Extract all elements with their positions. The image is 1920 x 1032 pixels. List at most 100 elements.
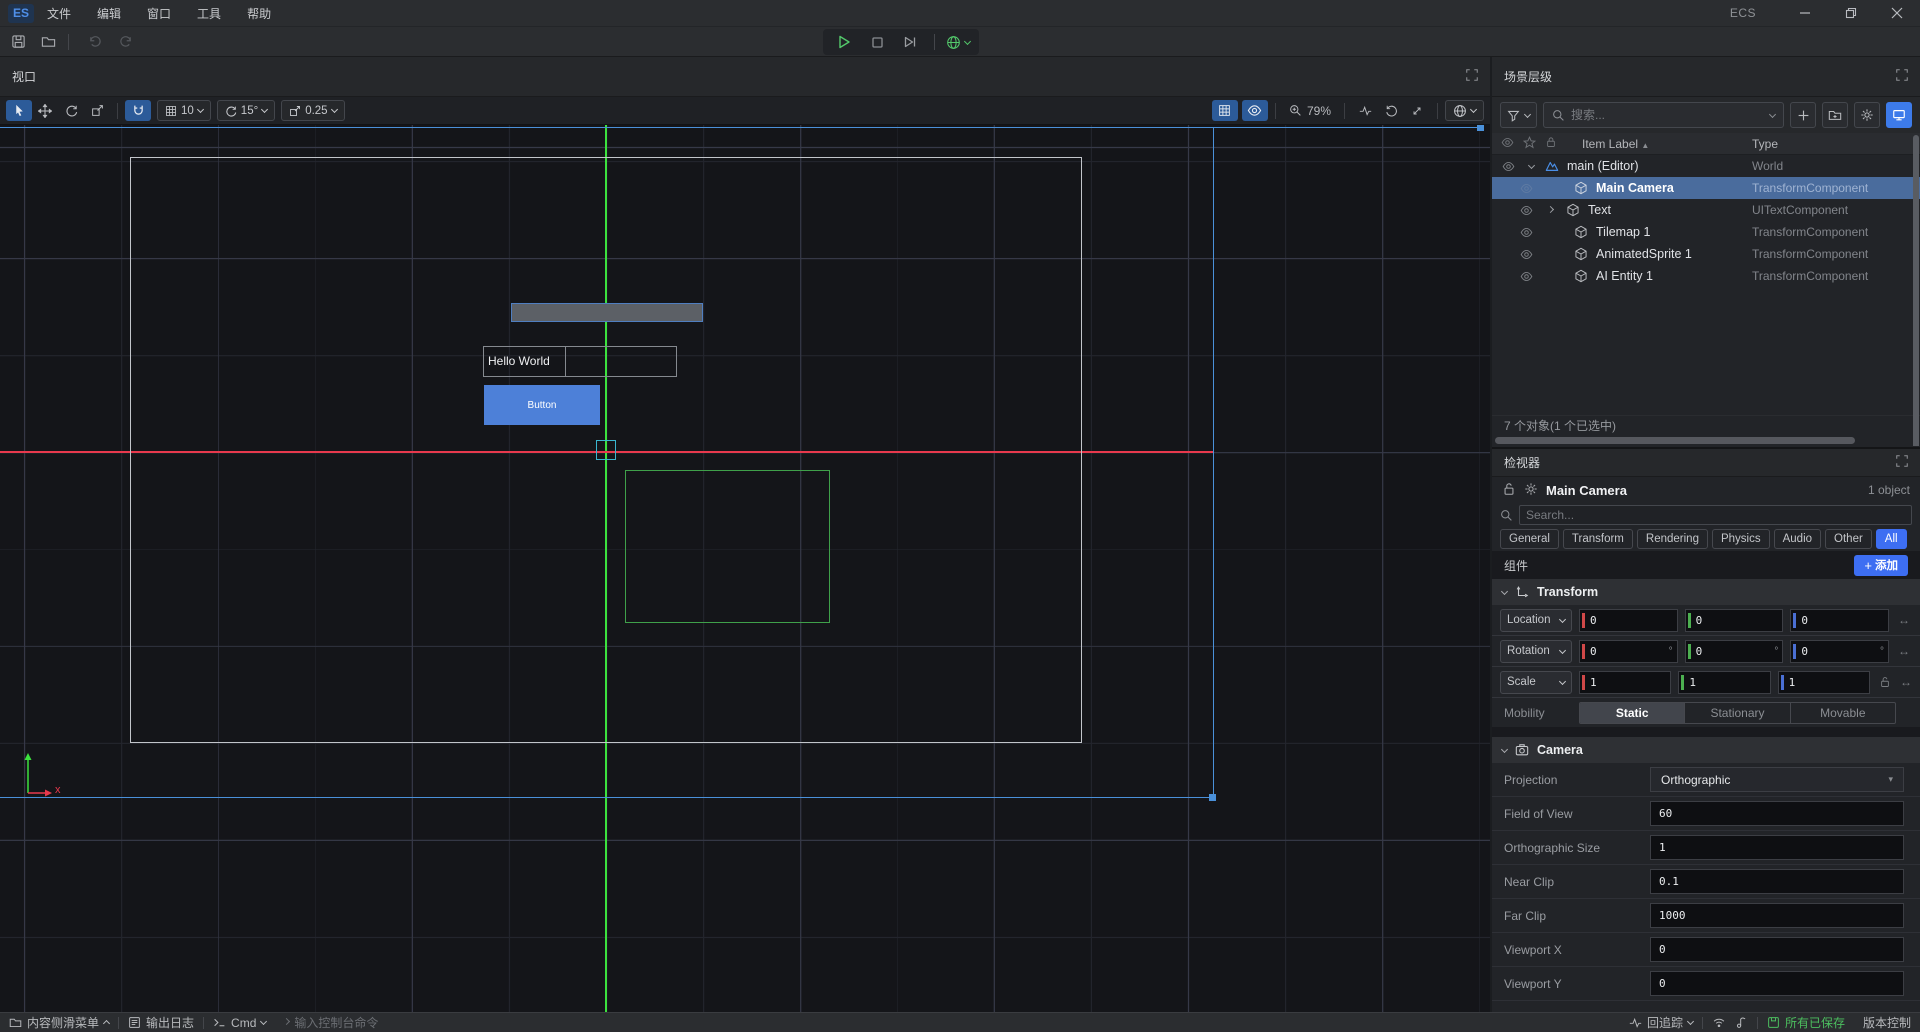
column-item-label[interactable]: Item Label ▲ [1582, 137, 1649, 151]
menu-help[interactable]: 帮助 [234, 0, 284, 26]
world-view-dropdown[interactable] [1445, 100, 1484, 121]
location-y-field[interactable] [1685, 609, 1784, 632]
projection-dropdown[interactable]: Orthographic ▾ [1650, 767, 1904, 792]
version-control-button[interactable]: 版本控制 [1854, 1014, 1920, 1031]
new-folder-button[interactable] [1822, 102, 1848, 128]
entity-bounds-rect[interactable] [625, 470, 830, 623]
snap-magnet-button[interactable] [125, 100, 151, 121]
step-button[interactable] [898, 31, 922, 53]
inspector-search-input[interactable] [1526, 508, 1905, 522]
stop-button[interactable] [865, 31, 889, 53]
tab-other[interactable]: Other [1825, 529, 1872, 549]
location-mode-dropdown[interactable]: Location [1500, 609, 1572, 632]
mobility-static-option[interactable]: Static [1580, 703, 1685, 723]
location-z-field[interactable] [1790, 609, 1889, 632]
hierarchy-expand-icon[interactable] [1896, 69, 1908, 84]
scale-tool-button[interactable] [84, 100, 110, 121]
link-axes-icon[interactable]: ↔ [1896, 613, 1912, 627]
visibility-eye-icon[interactable] [1520, 248, 1533, 261]
hierarchy-hscrollbar[interactable] [1492, 435, 1920, 446]
field-of-view-input[interactable] [1650, 801, 1904, 826]
tab-general[interactable]: General [1500, 529, 1559, 549]
zoom-control[interactable]: 79% [1283, 104, 1337, 118]
rotation-x-field[interactable]: ° [1579, 640, 1678, 663]
location-x-field[interactable] [1579, 609, 1678, 632]
design-bounds-handle[interactable] [1477, 125, 1484, 131]
mobility-stationary-option[interactable]: Stationary [1685, 703, 1790, 723]
console-command-input[interactable]: 输入控制台命令 [275, 1013, 387, 1032]
hierarchy-settings-button[interactable] [1854, 102, 1880, 128]
menu-file[interactable]: 文件 [34, 0, 84, 26]
cmd-dropdown[interactable]: Cmd [204, 1013, 275, 1032]
app-logo[interactable]: ES [8, 4, 34, 23]
add-entity-button[interactable] [1790, 102, 1816, 128]
near-clip-input[interactable] [1650, 869, 1904, 894]
selected-camera-gizmo[interactable] [596, 440, 616, 460]
add-component-button[interactable]: + 添加 [1854, 555, 1908, 576]
scale-mode-dropdown[interactable]: Scale [1500, 671, 1572, 694]
panel-element[interactable] [511, 303, 703, 322]
restore-button[interactable] [1828, 0, 1874, 26]
hierarchy-row-text[interactable]: Text UITextComponent [1492, 199, 1920, 221]
menu-edit[interactable]: 编辑 [84, 0, 134, 26]
scale-y-field[interactable] [1678, 671, 1770, 694]
visibility-eye-icon[interactable] [1520, 270, 1533, 283]
grid-snap-dropdown[interactable]: 10 [157, 100, 211, 121]
audio-jack-icon[interactable] [1735, 1016, 1757, 1029]
link-axes-icon[interactable]: ↔ [1896, 644, 1912, 658]
tab-physics[interactable]: Physics [1712, 529, 1770, 549]
move-tool-button[interactable] [32, 100, 58, 121]
rotate-tool-button[interactable] [58, 100, 84, 121]
redo-icon[interactable] [113, 31, 137, 53]
transform-section-header[interactable]: Transform [1492, 579, 1920, 605]
hierarchy-row-animatedsprite[interactable]: AnimatedSprite 1 TransformComponent [1492, 243, 1920, 265]
trace-dropdown[interactable]: 回追踪 [1620, 1014, 1702, 1031]
fullscreen-view-button[interactable] [1404, 100, 1430, 121]
ui-text-element[interactable]: Hello World [483, 346, 677, 377]
ui-button-element[interactable]: Button [484, 385, 600, 425]
tab-audio[interactable]: Audio [1774, 529, 1821, 549]
link-axes-icon[interactable]: ↔ [1900, 675, 1912, 689]
hierarchy-search-input[interactable] [1571, 108, 1764, 122]
rotation-z-field[interactable]: ° [1790, 640, 1889, 663]
tab-rendering[interactable]: Rendering [1637, 529, 1708, 549]
expander-chevron-right-icon[interactable] [1548, 209, 1553, 212]
expander-chevron-down-icon[interactable] [1529, 165, 1534, 168]
camera-section-header[interactable]: Camera [1492, 737, 1920, 763]
hierarchy-row-tilemap[interactable]: Tilemap 1 TransformComponent [1492, 221, 1920, 243]
menu-window[interactable]: 窗口 [134, 0, 184, 26]
filter-button[interactable] [1500, 102, 1537, 128]
open-folder-icon[interactable] [36, 31, 60, 53]
visibility-eye-icon[interactable] [1520, 204, 1533, 217]
runtime-view-toggle-button[interactable] [1886, 102, 1912, 128]
gizmo-visibility-button[interactable] [1242, 100, 1268, 121]
reset-view-button[interactable] [1378, 100, 1404, 121]
play-button[interactable] [832, 31, 856, 53]
hierarchy-vscrollbar[interactable] [1913, 135, 1919, 446]
rotation-y-field[interactable]: ° [1685, 640, 1784, 663]
run-target-globe-dropdown[interactable] [946, 31, 970, 53]
visibility-eye-icon[interactable] [1502, 160, 1515, 173]
hierarchy-row-ai-entity[interactable]: AI Entity 1 TransformComponent [1492, 265, 1920, 287]
inspector-expand-icon[interactable] [1896, 455, 1908, 470]
rotation-mode-dropdown[interactable]: Rotation [1500, 640, 1572, 663]
far-clip-input[interactable] [1650, 903, 1904, 928]
select-tool-button[interactable] [6, 100, 32, 121]
visibility-eye-icon[interactable] [1520, 226, 1533, 239]
output-log-button[interactable]: 输出日志 [119, 1013, 203, 1032]
save-icon[interactable] [6, 31, 30, 53]
viewport-y-input[interactable] [1650, 971, 1904, 996]
undo-icon[interactable] [83, 31, 107, 53]
mobility-movable-option[interactable]: Movable [1791, 703, 1895, 723]
stats-overlay-button[interactable] [1352, 100, 1378, 121]
rotate-snap-dropdown[interactable]: 15° [217, 100, 275, 121]
viewport-x-input[interactable] [1650, 937, 1904, 962]
scale-z-field[interactable] [1778, 671, 1870, 694]
grid-toggle-button[interactable] [1212, 100, 1238, 121]
column-type[interactable]: Type [1752, 137, 1778, 151]
scale-x-field[interactable] [1579, 671, 1671, 694]
scale-snap-dropdown[interactable]: 0.25 [281, 100, 344, 121]
content-drawer-button[interactable]: 内容侧滑菜单 [0, 1013, 118, 1032]
tab-transform[interactable]: Transform [1563, 529, 1633, 549]
lock-open-icon[interactable] [1502, 482, 1516, 499]
